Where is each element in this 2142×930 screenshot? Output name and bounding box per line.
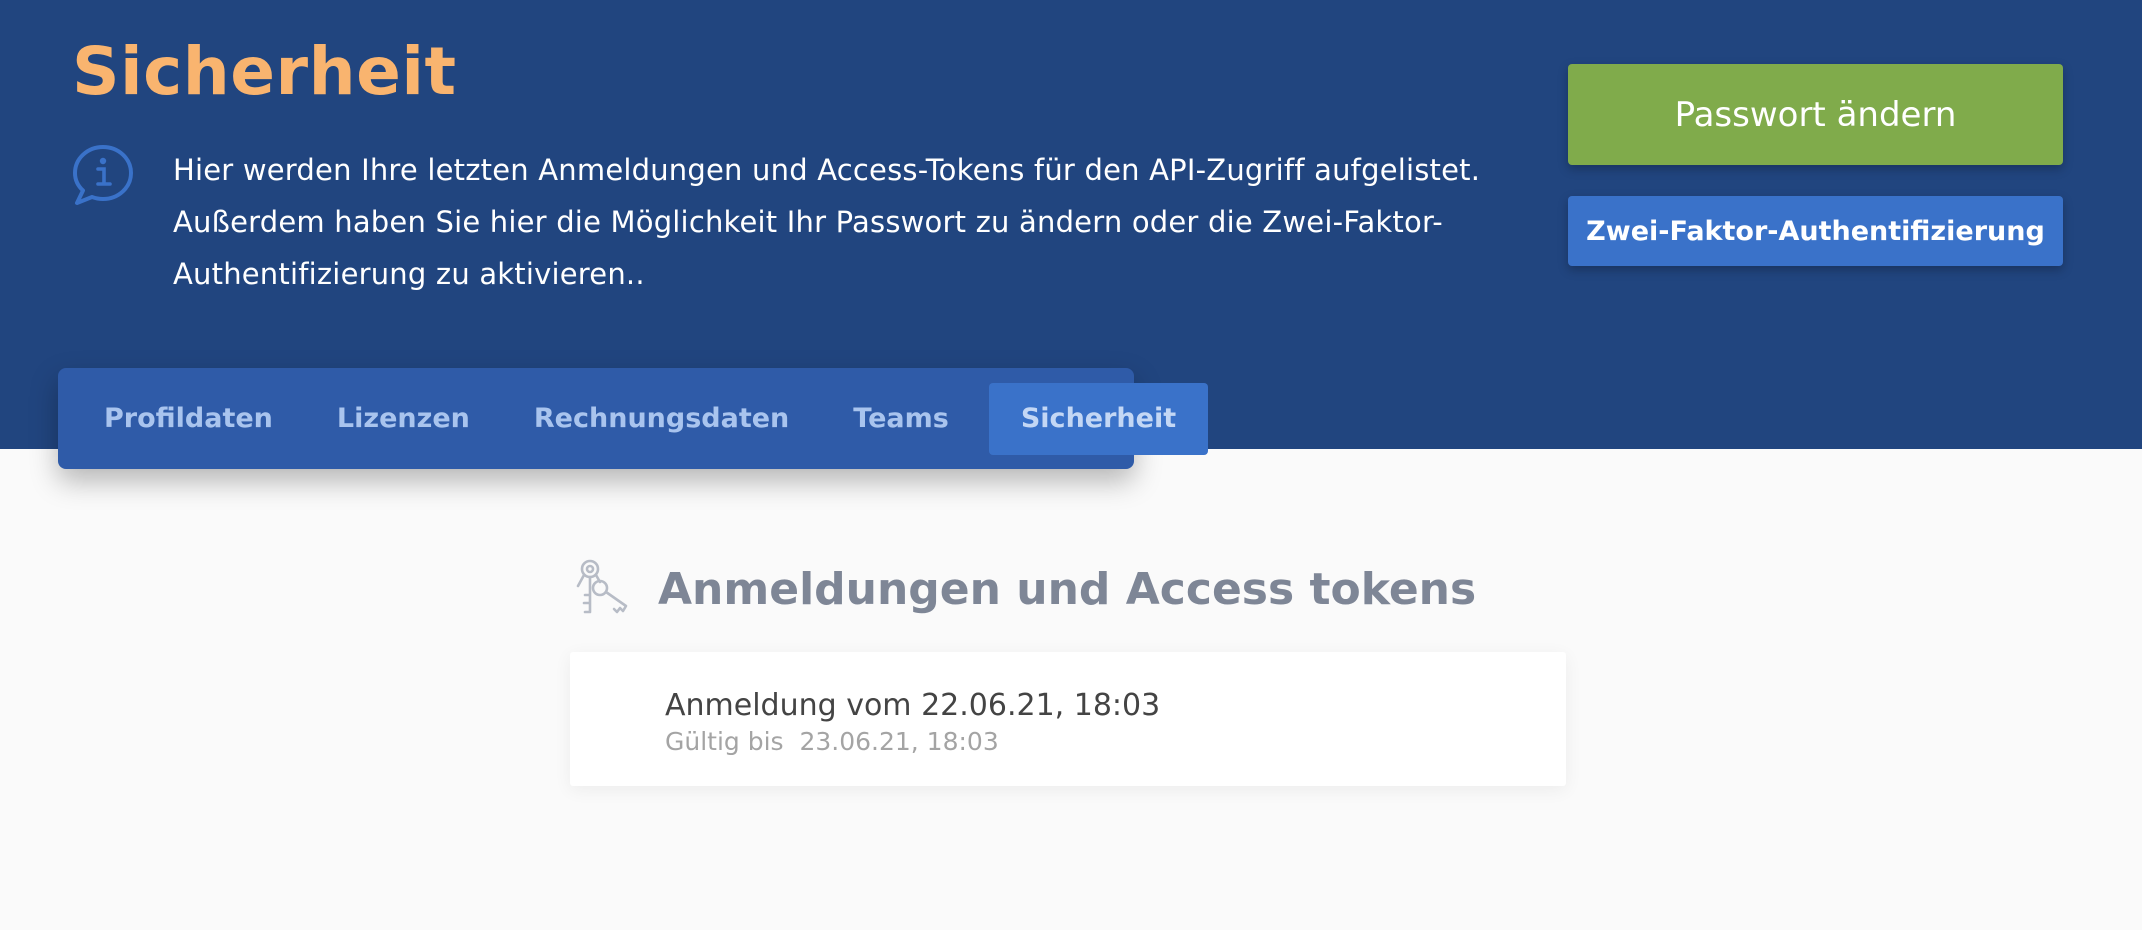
change-password-button[interactable]: Passwort ändern bbox=[1568, 64, 2063, 165]
account-tab-bar: Profildaten Lizenzen Rechnungsdaten Team… bbox=[58, 368, 1209, 469]
info-speech-bubble-icon bbox=[73, 145, 133, 205]
login-item-title: Anmeldung vom 22.06.21, 18:03 bbox=[665, 688, 1161, 723]
tab-sicherheit[interactable]: Sicherheit bbox=[988, 382, 1209, 455]
keys-icon bbox=[576, 559, 628, 614]
page-title: Sicherheit bbox=[72, 33, 457, 110]
two-factor-auth-button[interactable]: Zwei-Faktor-Authentifizierung bbox=[1568, 196, 2063, 266]
login-list-item[interactable]: Anmeldung vom 22.06.21, 18:03 Gültig bis… bbox=[570, 652, 1566, 786]
tab-rechnungsdaten[interactable]: Rechnungsdaten bbox=[502, 383, 821, 455]
section-title: Anmeldungen und Access tokens bbox=[658, 564, 1477, 615]
tab-profildaten[interactable]: Profildaten bbox=[72, 383, 305, 455]
login-item-valid-until: Gültig bis 23.06.21, 18:03 bbox=[665, 727, 999, 756]
tab-lizenzen[interactable]: Lizenzen bbox=[305, 383, 502, 455]
intro-text: Hier werden Ihre letzten Anmeldungen und… bbox=[173, 153, 1481, 291]
tab-teams[interactable]: Teams bbox=[821, 383, 981, 455]
